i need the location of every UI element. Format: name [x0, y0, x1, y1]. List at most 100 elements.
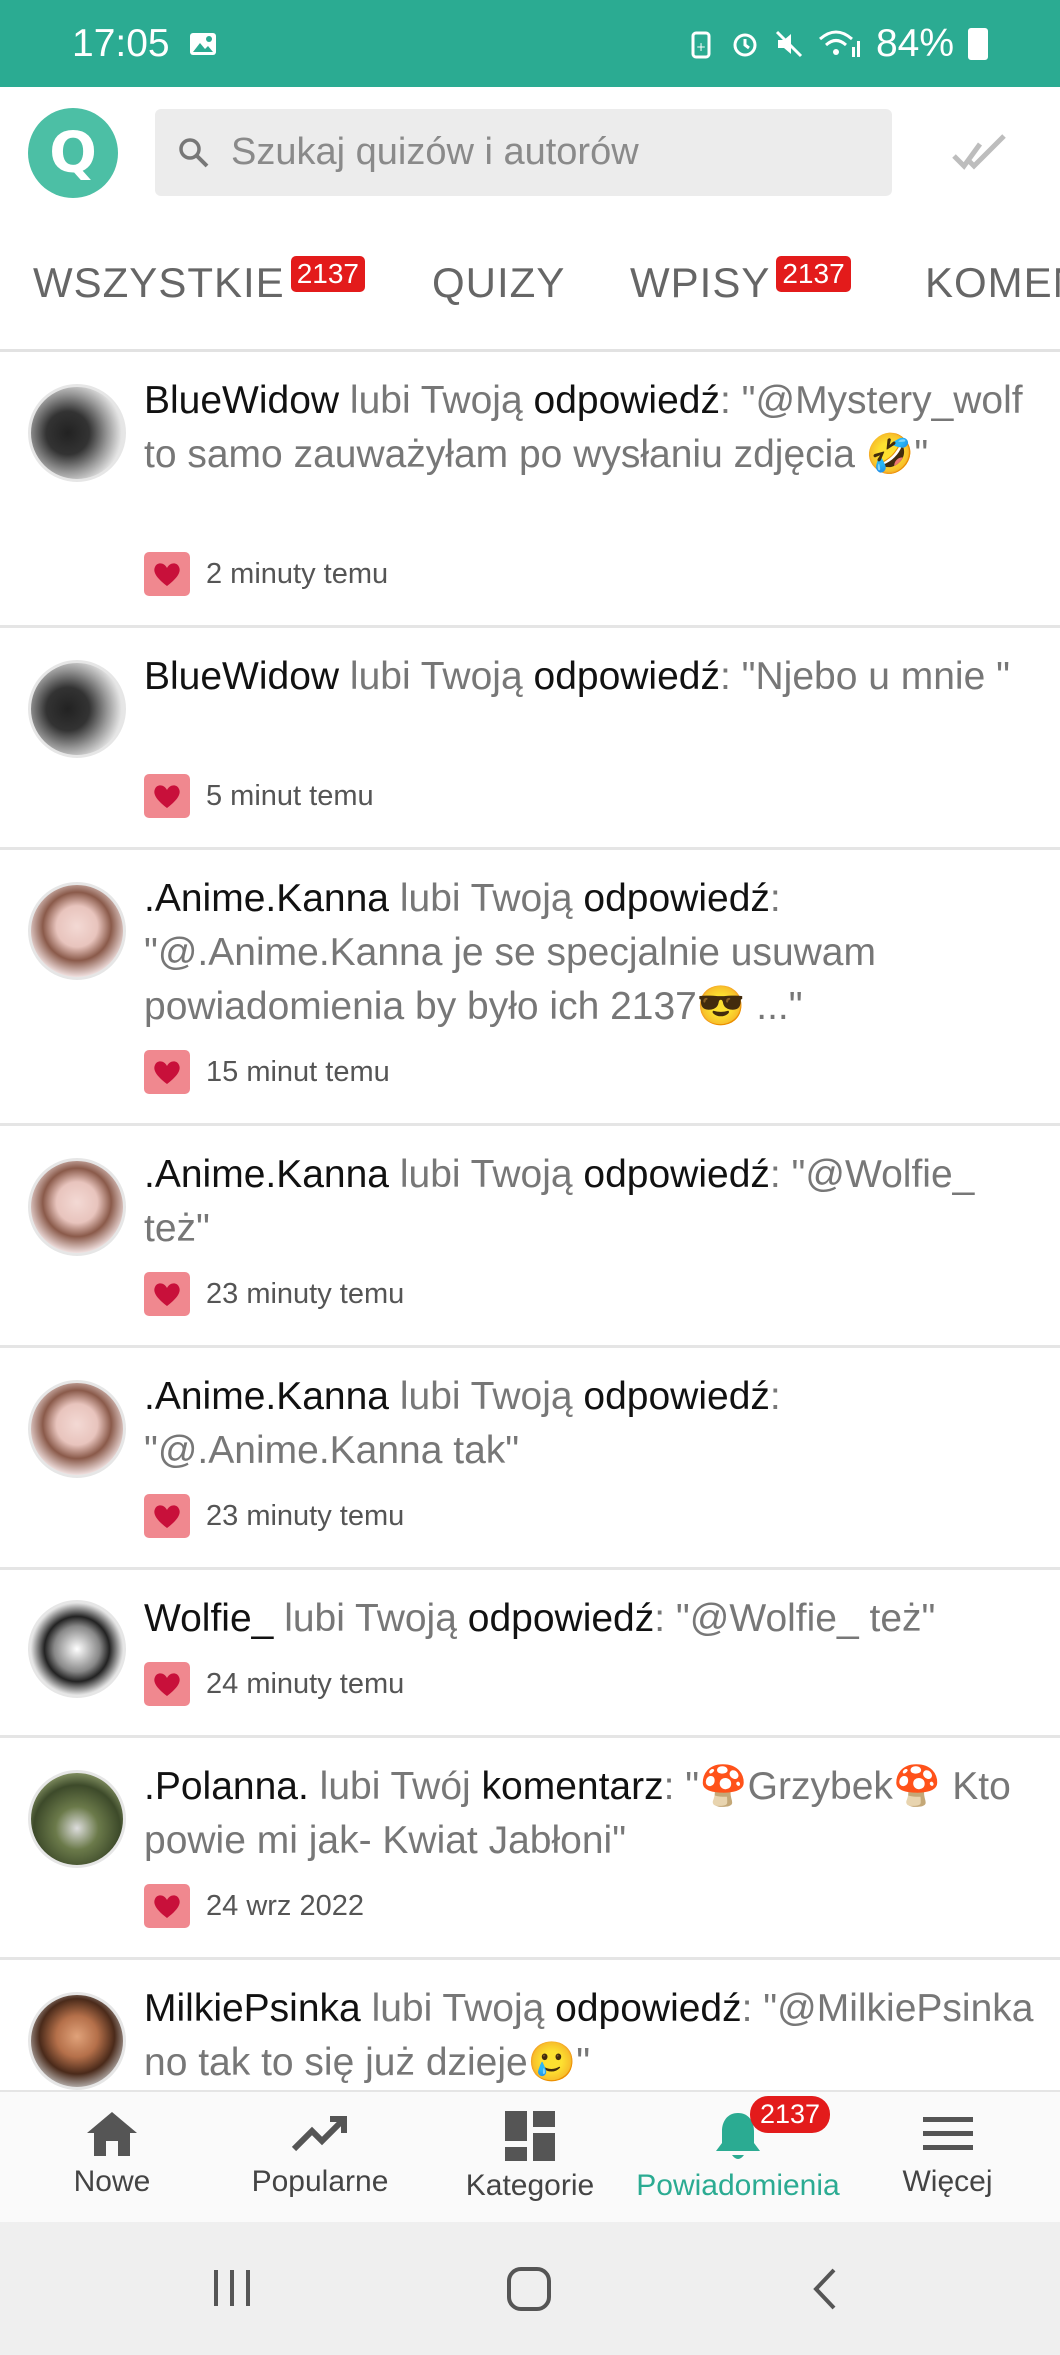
notification-object: odpowiedź [583, 1375, 770, 1418]
tab-label: KOMENTARZE [925, 259, 1060, 306]
heart-icon [144, 774, 190, 818]
avatar[interactable] [28, 1992, 126, 2090]
battery-icon [968, 27, 988, 60]
notification-text: BlueWidow lubi Twoją odpowiedź: "Njebo u… [144, 650, 1034, 704]
tab-label: WSZYSTKIE [33, 259, 285, 306]
alarm-icon [733, 33, 757, 56]
user-name[interactable]: .Anime.Kanna [144, 877, 389, 920]
avatar[interactable] [28, 882, 126, 980]
system-navigation-bar [0, 2222, 1060, 2355]
tab-komentarze[interactable]: KOMENTARZE [925, 259, 1060, 307]
nav-label: Nowe [73, 2165, 151, 2198]
back-icon[interactable] [810, 2266, 840, 2312]
recent-apps-icon[interactable] [210, 2266, 254, 2310]
avatar[interactable] [28, 1600, 126, 1698]
nav-kategorie[interactable]: Kategorie [455, 2092, 605, 2224]
user-name[interactable]: .Anime.Kanna [144, 1153, 389, 1196]
tab-quizy[interactable]: QUIZY [432, 259, 565, 307]
avatar[interactable] [28, 1770, 126, 1868]
notification-text: Wolfie_ lubi Twoją odpowiedź: "@Wolfie_ … [144, 1592, 1034, 1646]
notification-object: odpowiedź [533, 655, 720, 698]
status-bar: 17:05 + 84% [0, 0, 1060, 87]
user-name[interactable]: MilkiePsinka [144, 1987, 361, 2030]
status-time: 17:05 [72, 21, 170, 65]
avatar[interactable] [28, 660, 126, 758]
battery-saver-icon: + [691, 31, 711, 58]
user-name[interactable]: .Polanna. [144, 1765, 309, 1808]
nav-wiecej[interactable]: Więcej [880, 2092, 1015, 2224]
heart-icon [144, 1884, 190, 1928]
nav-label: Popularne [251, 2165, 389, 2198]
notification-object: odpowiedź [555, 1987, 742, 2030]
notification-quote: : "Njebo u mnie " [719, 655, 1010, 698]
notification-item[interactable]: BlueWidow lubi Twoją odpowiedź: "@Myster… [0, 352, 1060, 628]
heart-icon [144, 1050, 190, 1094]
battery-level: 84% [875, 21, 954, 65]
notification-time: 15 minut temu [206, 1055, 390, 1088]
notification-time: 23 minuty temu [206, 1499, 405, 1532]
tab-bar: WSZYSTKIE2137 QUIZY WPISY2137 KOMENTARZE [0, 217, 1060, 352]
notification-text: .Anime.Kanna lubi Twoją odpowiedź: "@Wol… [144, 1148, 1034, 1256]
notification-time: 2 minuty temu [206, 557, 389, 590]
notification-item[interactable]: .Anime.Kanna lubi Twoją odpowiedź: "@Wol… [0, 1126, 1060, 1348]
avatar[interactable] [28, 1158, 126, 1256]
notification-item[interactable]: .Anime.Kanna lubi Twoją odpowiedź: "@.An… [0, 1348, 1060, 1570]
user-name[interactable]: Wolfie_ [144, 1597, 273, 1640]
user-name[interactable]: .Anime.Kanna [144, 1375, 389, 1418]
notification-text: .Anime.Kanna lubi Twoją odpowiedź: "@.An… [144, 1370, 1034, 1478]
tab-badge: 2137 [290, 256, 365, 292]
search-bar[interactable] [155, 109, 892, 196]
tab-wpisy[interactable]: WPISY 2137 [630, 256, 851, 307]
heart-icon [144, 1272, 190, 1316]
notification-count-badge: 2137 [750, 2096, 831, 2133]
bottom-navigation: Nowe Popularne Kategorie 2137 Powiadomie… [0, 2090, 1060, 2222]
search-icon [179, 137, 209, 167]
notification-item[interactable]: BlueWidow lubi Twoją odpowiedź: "Njebo u… [0, 628, 1060, 850]
notification-item[interactable]: .Anime.Kanna lubi Twoją odpowiedź: "@.An… [0, 850, 1060, 1126]
gallery-icon [189, 32, 216, 55]
notification-item[interactable]: Wolfie_ lubi Twoją odpowiedź: "@Wolfie_ … [0, 1570, 1060, 1738]
notification-feed[interactable]: BlueWidow lubi Twoją odpowiedź: "@Myster… [0, 352, 1060, 2090]
notification-object: odpowiedź [583, 877, 770, 920]
user-name[interactable]: BlueWidow [144, 655, 339, 698]
tab-label: QUIZY [432, 259, 566, 306]
notification-action: lubi Twoją [349, 379, 523, 422]
notification-object: odpowiedź [583, 1153, 770, 1196]
notification-action: lubi Twoją [399, 877, 573, 920]
tab-badge: 2137 [776, 256, 851, 292]
svg-text:+: + [696, 40, 706, 54]
notification-quote: : "@Wolfie_ też" [654, 1597, 936, 1640]
trending-icon [291, 2116, 347, 2152]
nav-label: Powiadomienia [636, 2169, 840, 2202]
notification-meta: 24 wrz 2022 [144, 1884, 364, 1928]
notification-meta: 15 minut temu [144, 1050, 390, 1094]
avatar[interactable] [28, 384, 126, 482]
home-button-icon[interactable] [506, 2266, 552, 2312]
categories-icon [505, 2111, 555, 2161]
notification-item[interactable]: .Polanna. lubi Twój komentarz: "🍄Grzybek… [0, 1738, 1060, 1960]
notification-meta: 23 minuty temu [144, 1272, 404, 1316]
notification-meta: 2 minuty temu [144, 552, 388, 596]
notification-action: lubi Twoją [349, 655, 523, 698]
notification-item[interactable]: MilkiePsinka lubi Twoją odpowiedź: "@Mil… [0, 1960, 1060, 2090]
wifi-signal-icon [818, 30, 860, 57]
mute-icon [775, 30, 802, 57]
notification-text: .Anime.Kanna lubi Twoją odpowiedź: "@.An… [144, 872, 1034, 1034]
home-icon [87, 2112, 137, 2156]
search-input[interactable] [231, 131, 851, 174]
nav-nowe[interactable]: Nowe [42, 2092, 182, 2224]
notification-meta: 24 minuty temu [144, 1662, 404, 1706]
notification-action: lubi Twój [319, 1765, 471, 1808]
notification-text: BlueWidow lubi Twoją odpowiedź: "@Myster… [144, 374, 1034, 482]
mark-all-read-icon[interactable] [950, 130, 1008, 176]
user-name[interactable]: BlueWidow [144, 379, 339, 422]
notification-object: komentarz [481, 1765, 664, 1808]
tab-wszystkie[interactable]: WSZYSTKIE 2137 [33, 256, 365, 307]
nav-powiadomienia[interactable]: 2137 Powiadomienia [630, 2092, 846, 2224]
menu-icon [922, 2117, 973, 2150]
notification-time: 23 minuty temu [206, 1277, 405, 1310]
app-logo[interactable]: Q [28, 108, 118, 198]
notification-object: odpowiedź [467, 1597, 655, 1640]
avatar[interactable] [28, 1380, 126, 1478]
nav-popularne[interactable]: Popularne [240, 2092, 400, 2224]
